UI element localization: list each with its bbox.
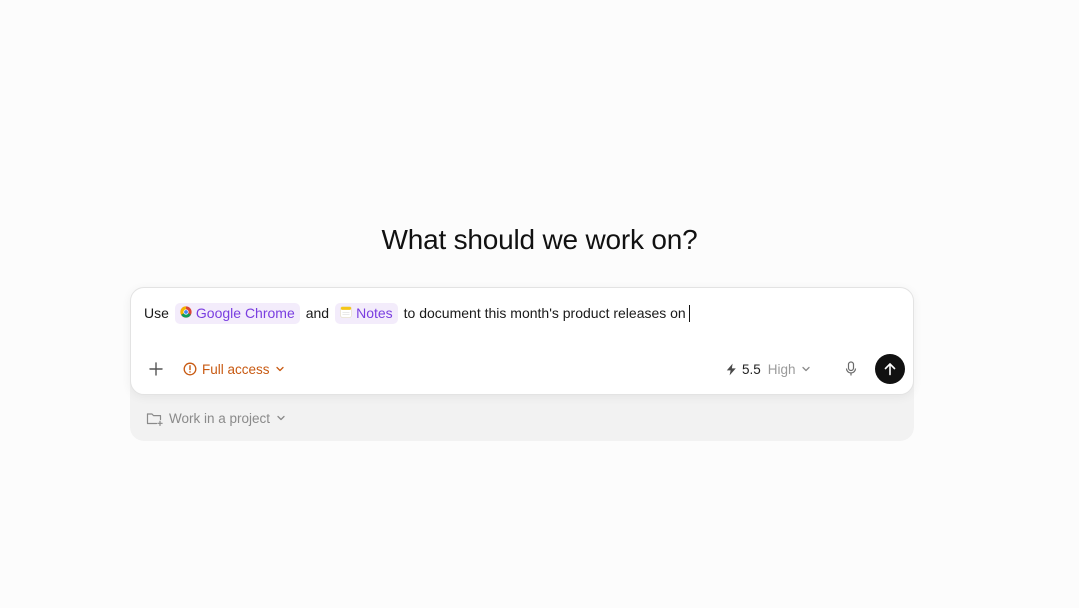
prompt-connector-text: and: [305, 305, 330, 321]
chrome-icon: [180, 305, 192, 321]
app-chip-label: Google Chrome: [195, 305, 295, 321]
microphone-icon: [845, 361, 857, 376]
lightning-icon: [726, 363, 736, 375]
reasoning-level-label: High: [767, 361, 796, 377]
send-button[interactable]: [875, 354, 905, 384]
notes-icon: [340, 305, 352, 321]
prompt-input[interactable]: Use Google Chrome and Notes to document …: [144, 302, 690, 324]
chevron-down-icon: [801, 366, 810, 372]
access-level-label: Full access: [202, 361, 270, 377]
arrow-up-icon: [884, 363, 896, 376]
add-attachment-button[interactable]: [145, 358, 167, 380]
access-level-dropdown[interactable]: Full access: [183, 359, 285, 379]
work-in-project-label: Work in a project: [169, 410, 271, 426]
prompt-composer[interactable]: Use Google Chrome and Notes to document …: [130, 287, 914, 395]
page-title: What should we work on?: [381, 224, 698, 255]
text-caret: [688, 304, 690, 322]
prompt-suffix-text: to document this month's product release…: [403, 305, 686, 321]
app-chip-label: Notes: [356, 305, 393, 321]
plus-icon: [149, 362, 163, 376]
composer-container: Use Google Chrome and Notes to document …: [130, 287, 914, 441]
app-chip-notes[interactable]: Notes: [335, 302, 398, 324]
model-selector-dropdown[interactable]: 5.5 High: [725, 359, 811, 379]
work-in-project-button[interactable]: Work in a project: [146, 408, 286, 428]
model-version-label: 5.5: [742, 361, 761, 377]
prompt-prefix-text: Use: [144, 305, 169, 321]
chevron-down-icon: [275, 366, 284, 372]
alert-circle-icon: [183, 362, 197, 376]
chevron-down-icon: [277, 415, 285, 421]
voice-input-button[interactable]: [843, 358, 859, 380]
folder-plus-icon: [146, 412, 163, 426]
app-chip-google-chrome[interactable]: Google Chrome: [174, 302, 300, 324]
composer-toolbar: Full access 5.5 High: [131, 352, 913, 386]
